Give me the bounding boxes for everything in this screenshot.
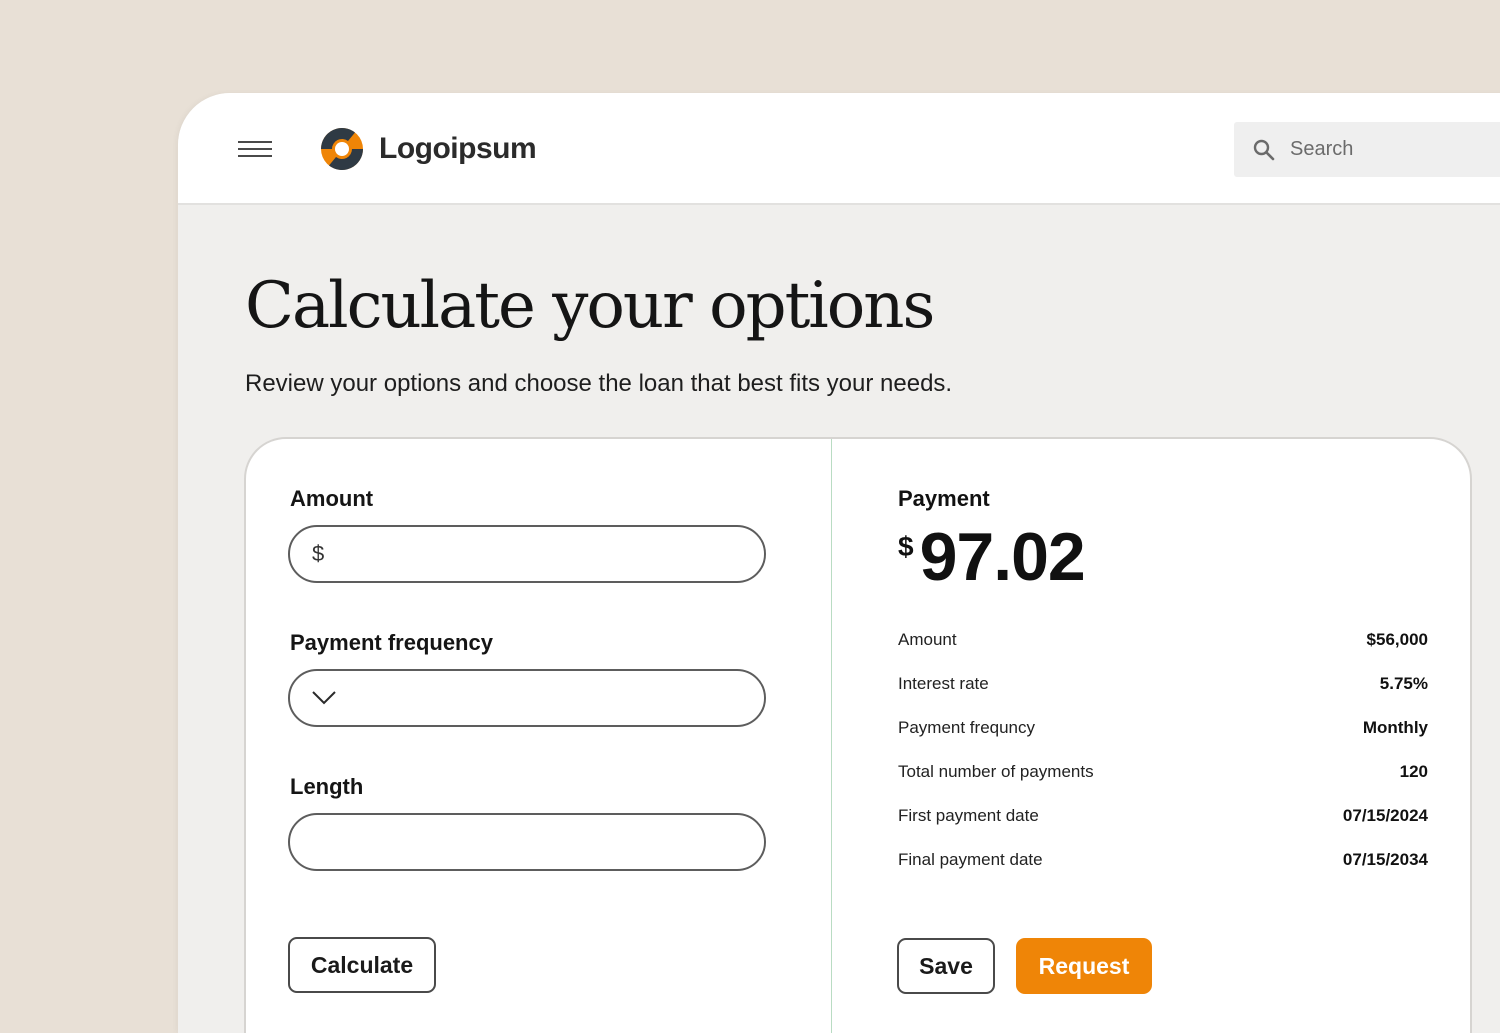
summary-row: Final payment date 07/15/2034 bbox=[898, 848, 1428, 872]
logo-icon bbox=[321, 127, 363, 171]
logo[interactable]: Logoipsum bbox=[315, 126, 537, 172]
loan-calculator-card: Amount $ Payment frequency Length Calcul… bbox=[244, 437, 1472, 1033]
search-bar[interactable] bbox=[1234, 122, 1500, 177]
summary-label: Amount bbox=[898, 630, 957, 649]
payment-amount: $ 97.02 bbox=[898, 519, 1086, 595]
search-input[interactable] bbox=[1290, 138, 1490, 161]
summary-row: Interest rate 5.75% bbox=[898, 672, 1428, 696]
length-field[interactable] bbox=[288, 813, 766, 871]
request-button[interactable]: Request bbox=[1016, 938, 1152, 994]
summary-row: Payment frequncy Monthly bbox=[898, 716, 1428, 740]
chevron-down-icon bbox=[312, 691, 336, 705]
frequency-select[interactable] bbox=[288, 669, 766, 727]
top-bar: Logoipsum bbox=[178, 93, 1500, 205]
amount-field[interactable]: $ bbox=[288, 525, 766, 583]
menu-icon[interactable] bbox=[238, 141, 272, 157]
summary-label: Payment frequncy bbox=[898, 718, 1036, 737]
page-subtitle: Review your options and choose the loan … bbox=[245, 370, 953, 397]
page-title: Calculate your options bbox=[245, 269, 935, 343]
summary-row: First payment date 07/15/2024 bbox=[898, 804, 1428, 828]
logo-text: Logoipsum bbox=[379, 132, 537, 165]
summary-value: $56,000 bbox=[1366, 630, 1428, 649]
calculate-button[interactable]: Calculate bbox=[288, 937, 436, 993]
save-button[interactable]: Save bbox=[897, 938, 995, 994]
app-window: Logoipsum Calculate your options Review … bbox=[178, 93, 1500, 1033]
card-divider bbox=[831, 439, 832, 1033]
summary-value: 07/15/2024 bbox=[1342, 806, 1428, 825]
summary-label: Final payment date bbox=[898, 850, 1043, 869]
currency-prefix: $ bbox=[312, 541, 325, 566]
payment-amount-value: 97.02 bbox=[919, 519, 1086, 595]
search-icon bbox=[1253, 139, 1275, 160]
summary-row: Total number of payments 120 bbox=[898, 760, 1428, 784]
payment-label: Payment bbox=[898, 486, 990, 511]
summary-value: Monthly bbox=[1362, 718, 1428, 737]
summary-label: Interest rate bbox=[898, 674, 989, 693]
length-label: Length bbox=[290, 774, 364, 799]
summary-value: 120 bbox=[1399, 762, 1428, 781]
amount-label: Amount bbox=[290, 486, 374, 511]
payment-currency: $ bbox=[898, 531, 914, 562]
summary-label: First payment date bbox=[898, 806, 1039, 825]
summary-row: Amount $56,000 bbox=[898, 628, 1428, 652]
summary-value: 07/15/2034 bbox=[1342, 850, 1428, 869]
frequency-label: Payment frequency bbox=[290, 630, 493, 655]
summary-label: Total number of payments bbox=[898, 762, 1094, 781]
summary-value: 5.75% bbox=[1379, 674, 1428, 693]
